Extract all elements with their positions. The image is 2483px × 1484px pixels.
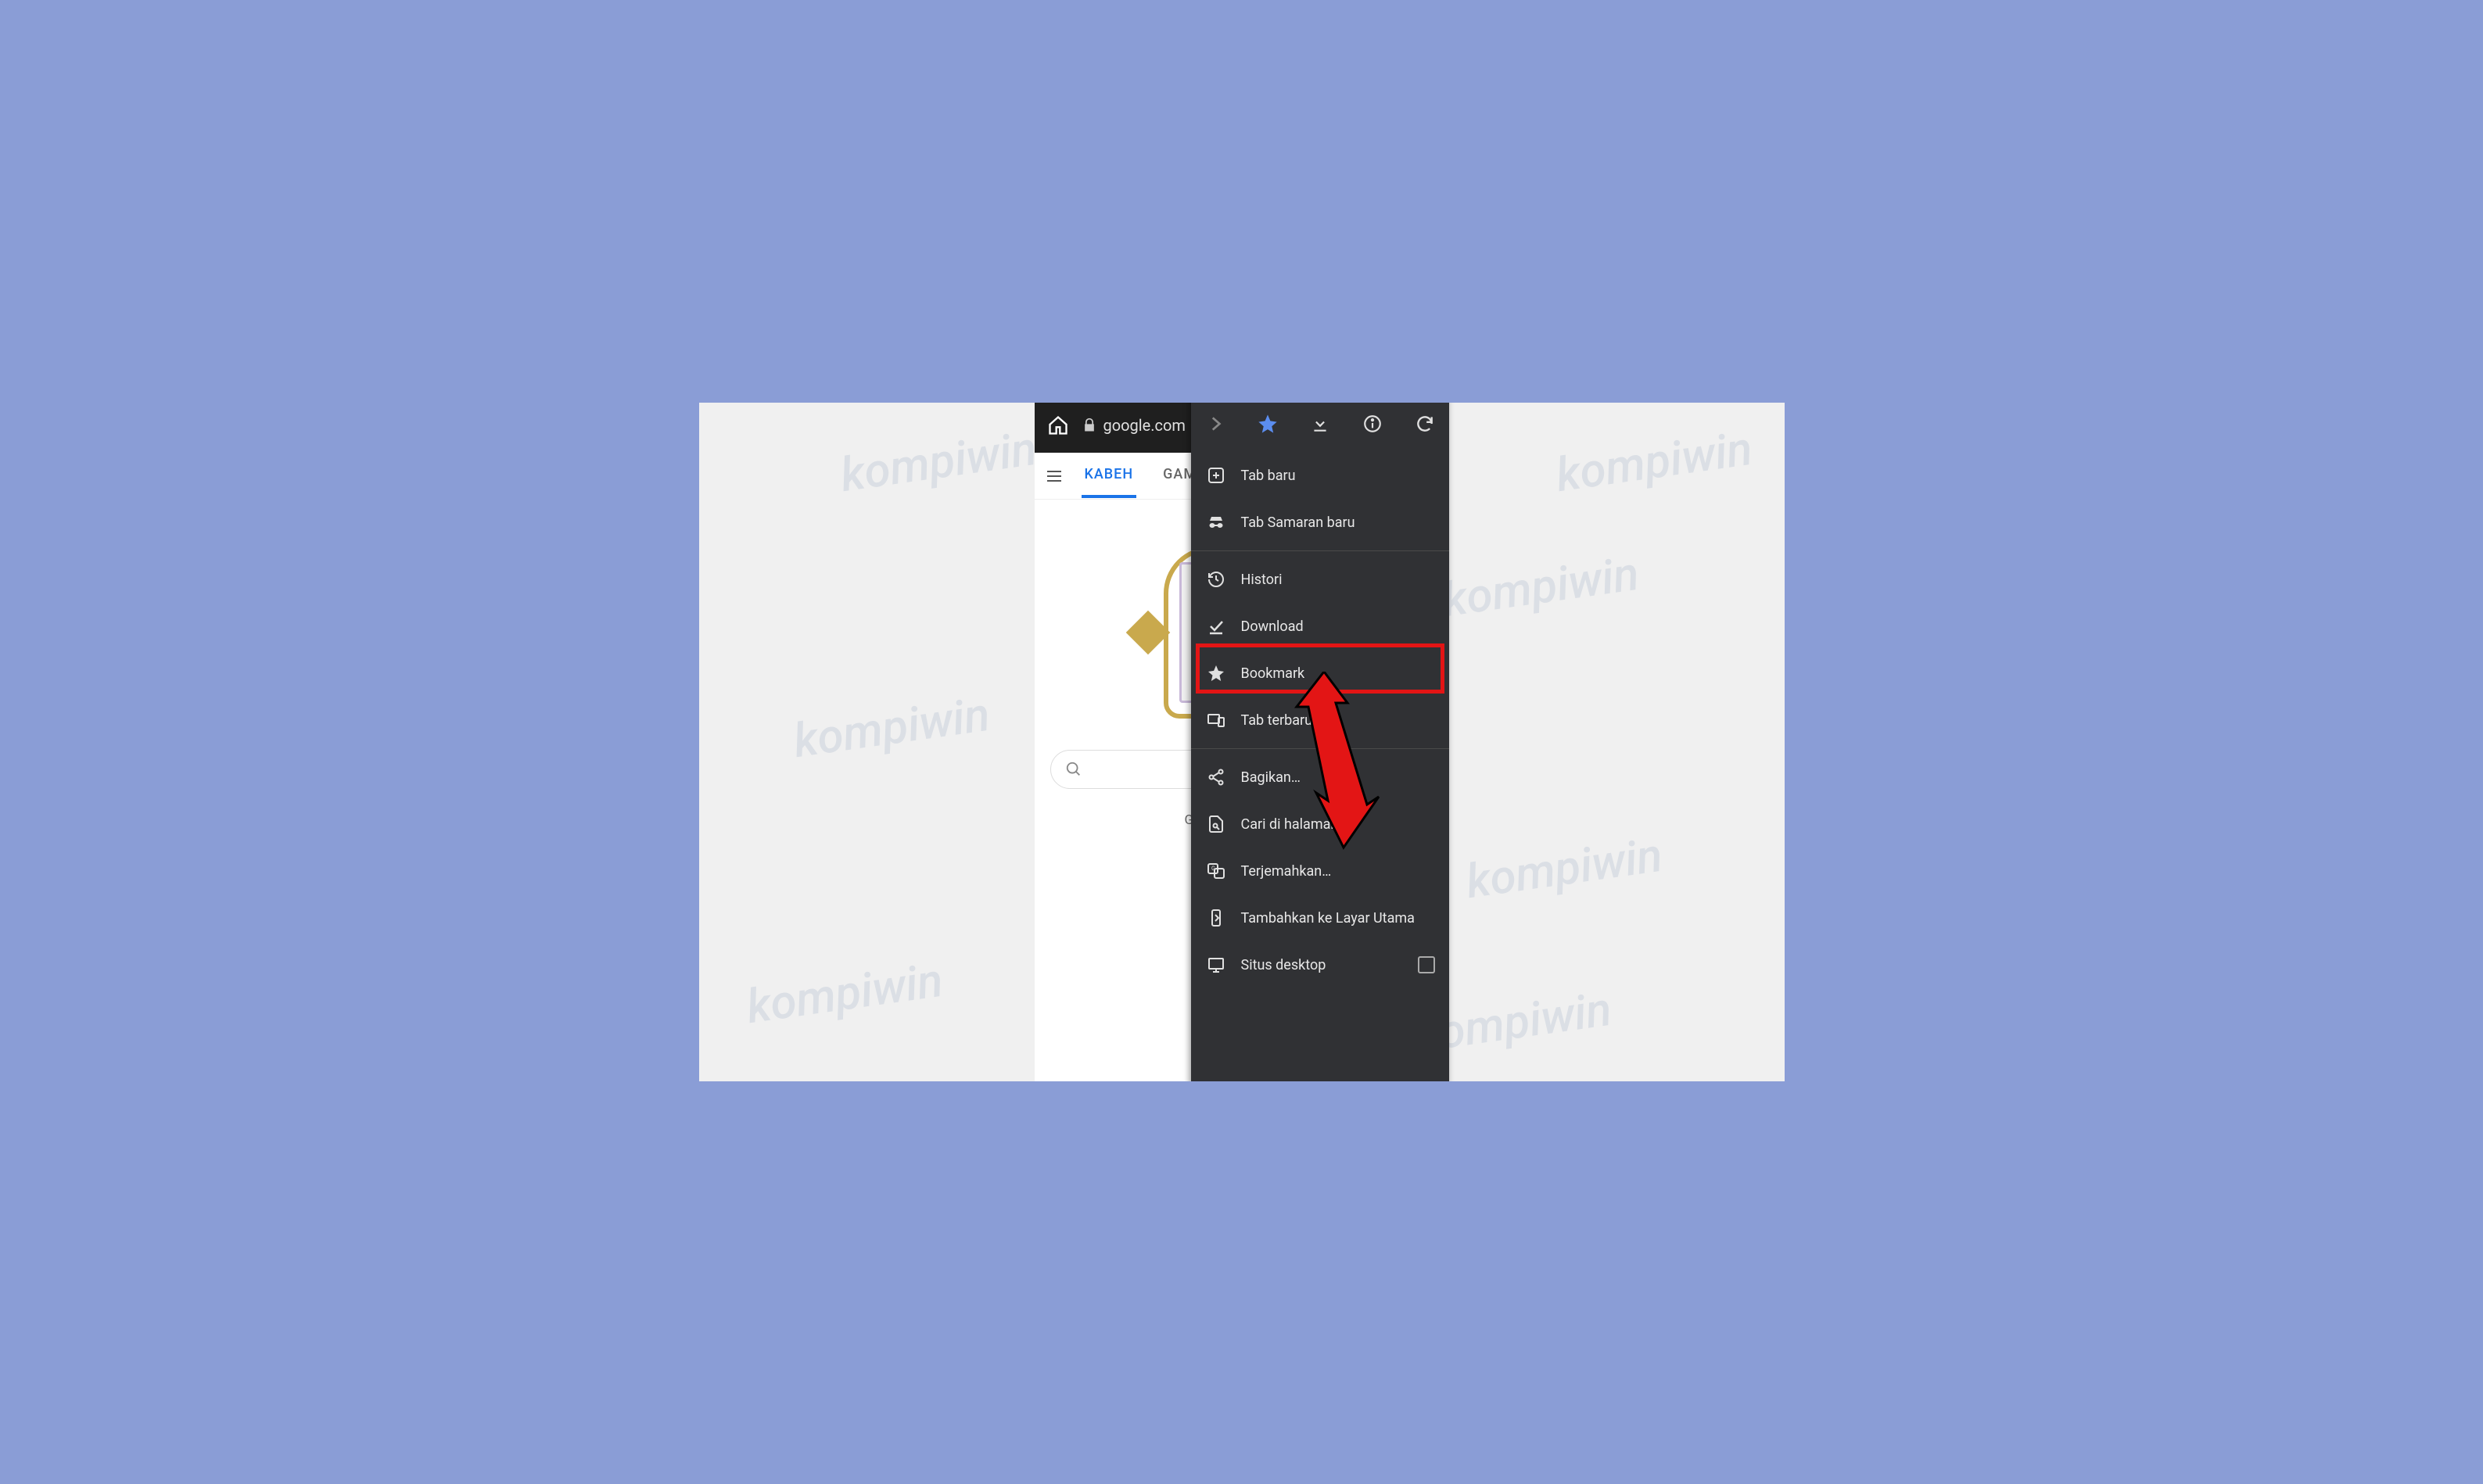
menu-share[interactable]: Bagikan… xyxy=(1191,754,1449,801)
menu-translate[interactable]: G Terjemahkan… xyxy=(1191,848,1449,894)
menu-list: Tab baru Tab Samaran baru Histori Downlo… xyxy=(1191,449,1449,991)
star-icon xyxy=(1205,662,1227,684)
watermark: kompiwin xyxy=(743,952,945,1034)
menu-incognito[interactable]: Tab Samaran baru xyxy=(1191,499,1449,546)
menu-label: Bagikan… xyxy=(1241,769,1301,786)
translate-icon: G xyxy=(1205,860,1227,882)
forward-icon[interactable] xyxy=(1202,410,1229,437)
share-icon xyxy=(1205,766,1227,788)
menu-label: Bookmark xyxy=(1241,665,1305,682)
info-icon[interactable] xyxy=(1359,410,1386,437)
home-icon[interactable] xyxy=(1042,410,1074,441)
add-to-home-icon xyxy=(1205,907,1227,929)
menu-label: Download xyxy=(1241,618,1304,635)
menu-label: Tab terbaru xyxy=(1241,712,1313,729)
menu-topbar xyxy=(1191,398,1449,449)
refresh-icon[interactable] xyxy=(1412,410,1438,437)
menu-label: Tab Samaran baru xyxy=(1241,514,1355,531)
search-icon xyxy=(1065,761,1082,778)
menu-label: Cari di halaman xyxy=(1241,816,1339,833)
history-icon xyxy=(1205,568,1227,590)
plus-square-icon xyxy=(1205,464,1227,486)
watermark: kompiwin xyxy=(1462,827,1665,909)
chrome-menu: Tab baru Tab Samaran baru Histori Downlo… xyxy=(1191,398,1449,1086)
watermark: kompiwin xyxy=(1553,421,1756,503)
menu-add-home[interactable]: Tambahkan ke Layar Utama xyxy=(1191,894,1449,941)
star-icon[interactable] xyxy=(1254,410,1281,437)
screenshot-frame: kompiwin kompiwin kompiwin kompiwin komp… xyxy=(694,398,1789,1086)
menu-desktop-site[interactable]: Situs desktop xyxy=(1191,941,1449,988)
incognito-icon xyxy=(1205,511,1227,533)
tab-row: KABEH GAM xyxy=(1074,453,1200,498)
menu-label: Tambahkan ke Layar Utama xyxy=(1241,910,1415,927)
menu-label: Histori xyxy=(1241,572,1283,588)
menu-download[interactable]: Download xyxy=(1191,603,1449,650)
mobile-screenshot: google.com KABEH GAM GO xyxy=(1035,398,1449,1086)
menu-divider xyxy=(1191,748,1449,749)
download-icon[interactable] xyxy=(1307,410,1333,437)
menu-new-tab[interactable]: Tab baru xyxy=(1191,452,1449,499)
url-text: google.com xyxy=(1103,416,1186,435)
svg-text:G: G xyxy=(1211,866,1215,872)
menu-icon[interactable] xyxy=(1035,467,1074,486)
menu-label: Situs desktop xyxy=(1241,957,1326,973)
lock-icon xyxy=(1082,418,1097,433)
watermark: kompiwin xyxy=(837,421,1039,503)
check-underline-icon xyxy=(1205,615,1227,637)
menu-label: Tab baru xyxy=(1241,468,1296,484)
desktop-icon xyxy=(1205,954,1227,976)
menu-find[interactable]: Cari di halaman xyxy=(1191,801,1449,848)
menu-label: Terjemahkan… xyxy=(1241,863,1332,880)
menu-bookmark[interactable]: Bookmark xyxy=(1191,650,1449,697)
devices-icon xyxy=(1205,709,1227,731)
desktop-site-checkbox[interactable] xyxy=(1418,956,1435,973)
watermark: kompiwin xyxy=(790,686,992,769)
tab-all[interactable]: KABEH xyxy=(1082,453,1137,498)
menu-recent-tabs[interactable]: Tab terbaru xyxy=(1191,697,1449,744)
menu-history[interactable]: Histori xyxy=(1191,556,1449,603)
find-in-page-icon xyxy=(1205,813,1227,835)
watermark: kompiwin xyxy=(1439,546,1642,628)
menu-divider xyxy=(1191,550,1449,551)
